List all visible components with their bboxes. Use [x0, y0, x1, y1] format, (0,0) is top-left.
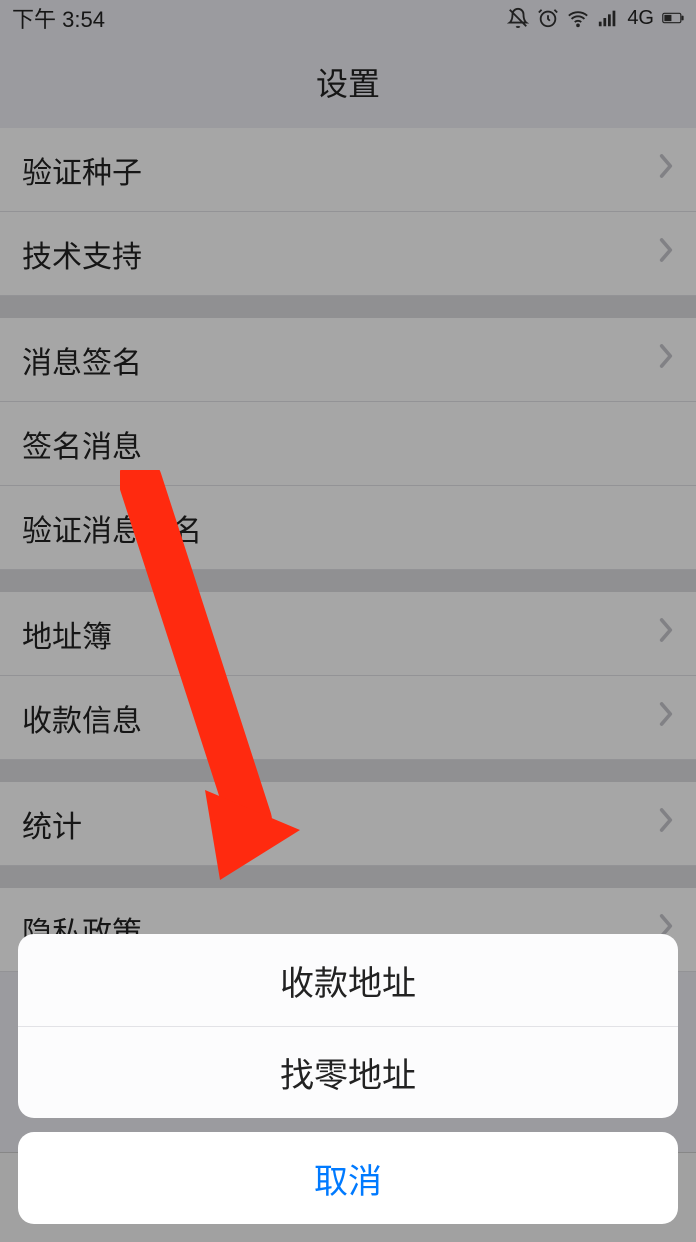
action-option-label: 找零地址 [280, 1048, 416, 1097]
action-sheet-cancel[interactable]: 取消 [18, 1132, 678, 1224]
screen: 下午 3:54 4G 设置 验证种子技术支持消息签名签名消息验证消息签名地址簿收… [0, 0, 696, 1242]
cancel-label: 取消 [314, 1154, 382, 1203]
action-sheet-options: 收款地址 找零地址 [18, 934, 678, 1118]
action-sheet-cancel-wrap: 取消 [18, 1132, 678, 1224]
action-option-receive-address[interactable]: 收款地址 [18, 934, 678, 1026]
action-sheet: 收款地址 找零地址 取消 [18, 934, 678, 1224]
action-option-label: 收款地址 [280, 956, 416, 1005]
action-option-change-address[interactable]: 找零地址 [18, 1026, 678, 1118]
